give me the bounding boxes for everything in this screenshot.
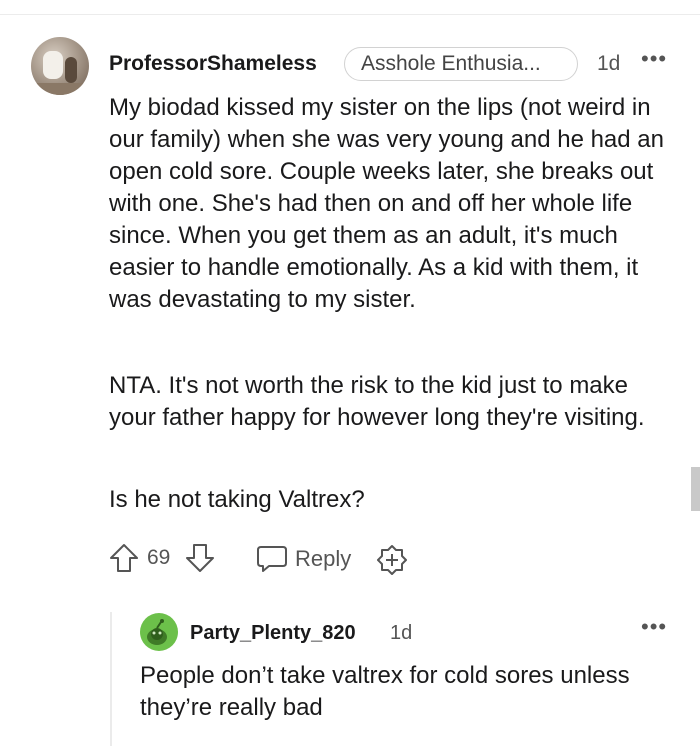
comment-timestamp: 1d bbox=[597, 52, 621, 75]
reply-username[interactable]: Party_Plenty_820 bbox=[190, 622, 356, 645]
more-options-icon[interactable]: ••• bbox=[641, 46, 667, 72]
reply-user-avatar[interactable] bbox=[140, 613, 178, 651]
scrollbar-thumb[interactable] bbox=[691, 467, 700, 511]
comment-username[interactable]: ProfessorShameless bbox=[109, 52, 317, 76]
comment-actions: 69 Reply bbox=[109, 541, 409, 575]
award-plus-icon bbox=[377, 545, 407, 575]
upvote-button[interactable] bbox=[109, 543, 139, 573]
snoo-avatar-icon bbox=[147, 619, 167, 645]
user-flair: Asshole Enthusia... bbox=[344, 47, 578, 81]
reply-label: Reply bbox=[295, 546, 352, 571]
vote-score: 69 bbox=[147, 546, 171, 569]
reply-body: People don’t take valtrex for cold sores… bbox=[140, 662, 630, 721]
reply-timestamp: 1d bbox=[390, 622, 413, 644]
reply-more-options-icon[interactable]: ••• bbox=[641, 614, 667, 640]
top-divider bbox=[0, 14, 700, 15]
upvote-arrow-icon bbox=[110, 544, 138, 572]
award-button[interactable] bbox=[376, 544, 408, 581]
comment-paragraph: NTA. It's not worth the risk to the kid … bbox=[109, 372, 645, 431]
comment-paragraph: My biodad kissed my sister on the lips (… bbox=[109, 94, 664, 313]
reply-button[interactable]: Reply bbox=[256, 544, 351, 574]
downvote-arrow-icon bbox=[186, 544, 214, 572]
comment-paragraph: Is he not taking Valtrex? bbox=[109, 486, 365, 513]
user-avatar[interactable] bbox=[31, 37, 89, 95]
thread-line[interactable] bbox=[110, 612, 112, 746]
downvote-button[interactable] bbox=[185, 543, 215, 578]
speech-bubble-icon bbox=[257, 546, 287, 572]
